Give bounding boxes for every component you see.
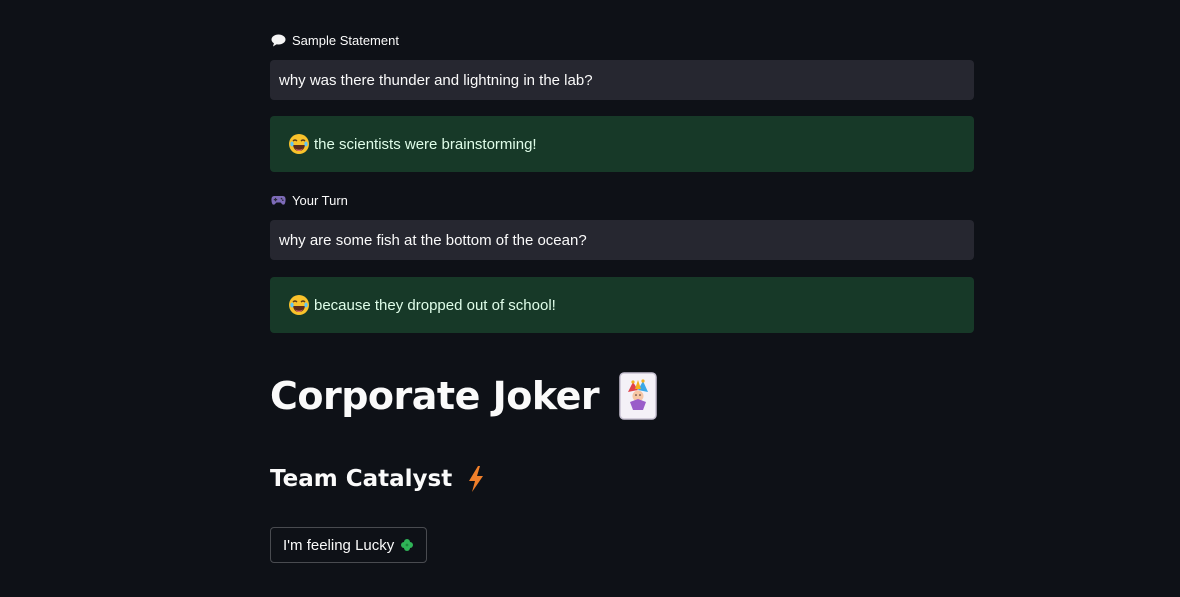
page-title: Corporate Joker [270,368,657,424]
your-turn-question-text: why are some fish at the bottom of the o… [279,231,587,249]
your-turn-answer-alert: because they dropped out of school! [270,277,974,333]
team-subtitle-text: Team Catalyst [270,466,453,492]
sample-question-field[interactable]: why was there thunder and lightning in t… [270,60,974,100]
sample-answer-alert: the scientists were brainstorming! [270,116,974,172]
your-turn-answer-text: because they dropped out of school! [314,296,556,314]
page-title-text: Corporate Joker [270,374,600,418]
lightning-bolt-icon [466,465,486,493]
speech-bubble-icon [270,33,286,47]
your-turn-label: Your Turn [270,191,348,209]
sample-question-text: why was there thunder and lightning in t… [279,71,593,89]
your-turn-label-text: Your Turn [292,192,348,208]
your-turn-question-field[interactable]: why are some fish at the bottom of the o… [270,220,974,260]
joker-card-icon [619,372,657,420]
sample-answer-text: the scientists were brainstorming! [314,135,537,153]
sample-statement-label-text: Sample Statement [292,32,399,48]
feeling-lucky-label: I'm feeling Lucky [283,536,395,554]
feeling-lucky-button[interactable]: I'm feeling Lucky [270,527,428,563]
game-controller-icon [270,193,286,207]
laughing-face-icon [288,133,310,155]
team-subtitle: Team Catalyst [270,462,486,496]
laughing-face-icon [288,294,310,316]
sample-statement-label: Sample Statement [270,31,399,49]
four-leaf-clover-icon [400,538,414,552]
